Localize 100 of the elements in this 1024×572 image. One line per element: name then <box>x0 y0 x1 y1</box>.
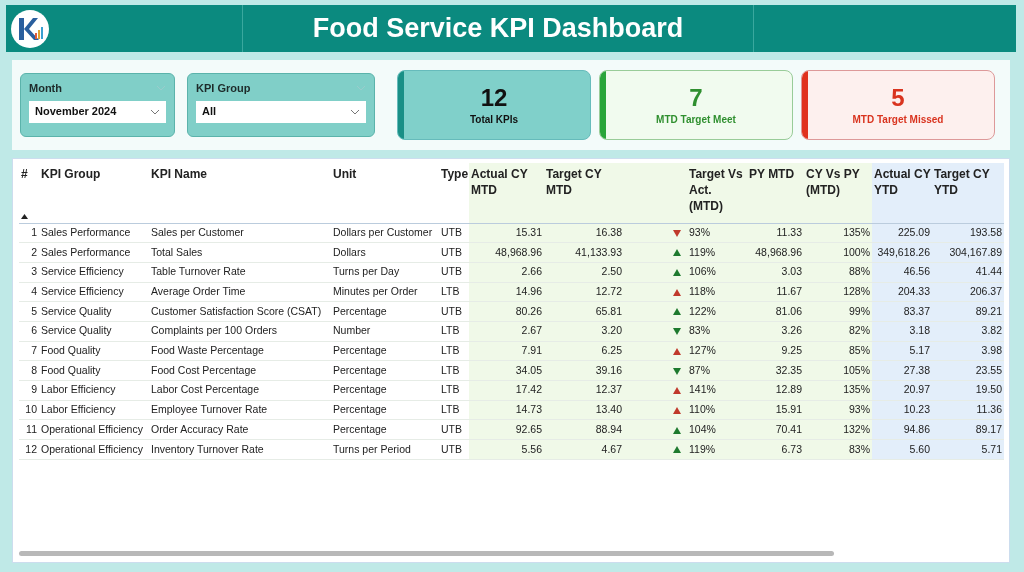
table-cell: 93% <box>687 223 747 243</box>
table-cell: Sales Performance <box>39 242 149 263</box>
table-cell: Dollars <box>331 242 439 263</box>
column-header[interactable]: Unit <box>333 166 439 182</box>
table-cell: 2 <box>19 242 39 263</box>
kpi-value: 5 <box>891 83 905 112</box>
table-cell: 15.31 <box>469 223 544 243</box>
table-cell: 5.60 <box>872 439 932 460</box>
table-cell: 132% <box>804 419 872 440</box>
kpi-value: 7 <box>689 83 703 112</box>
table-cell: 65.81 <box>544 301 624 322</box>
horizontal-scrollbar[interactable] <box>19 551 834 556</box>
table-cell: Total Sales <box>149 242 331 263</box>
table-cell: 3.26 <box>747 321 804 342</box>
table-cell: 3.98 <box>932 341 1004 361</box>
table-cell: 193.58 <box>932 223 1004 243</box>
table-cell: Minutes per Order <box>331 282 439 302</box>
kpi-label: Total KPIs <box>469 112 519 127</box>
table-cell: 14.96 <box>469 282 544 302</box>
table-cell: 122% <box>687 301 747 322</box>
table-cell: 110% <box>687 400 747 420</box>
column-header[interactable]: KPI Group <box>41 166 149 182</box>
table-cell: Service Efficiency <box>39 282 149 302</box>
table-cell: 34.05 <box>469 360 544 381</box>
table-cell: 93% <box>804 400 872 420</box>
table-cell: 2.50 <box>544 262 624 283</box>
table-cell: 83% <box>804 439 872 460</box>
table-cell: 225.09 <box>872 223 932 243</box>
table-cell: 41,133.93 <box>544 242 624 263</box>
table-cell: 119% <box>687 439 747 460</box>
table-cell: 81.06 <box>747 301 804 322</box>
table-cell: 3.18 <box>872 321 932 342</box>
table-cell: 12 <box>19 439 39 460</box>
table-cell: 206.37 <box>932 282 1004 302</box>
table-cell: 88.94 <box>544 419 624 440</box>
table-cell: 6 <box>19 321 39 342</box>
table-cell: Service Efficiency <box>39 262 149 283</box>
table-cell: 5.17 <box>872 341 932 361</box>
table-cell: 135% <box>804 380 872 401</box>
table-cell: Table Turnover Rate <box>149 262 331 283</box>
table-cell: Sales Performance <box>39 223 149 243</box>
chevron-icon <box>350 108 360 115</box>
table-cell: Percentage <box>331 341 439 361</box>
dropdown-field[interactable]: All <box>196 100 366 123</box>
table-cell: 4 <box>19 282 39 302</box>
table-cell: Turns per Day <box>331 262 439 283</box>
table-cell: Labor Cost Percentage <box>149 380 331 401</box>
column-header[interactable]: KPI Name <box>151 166 331 182</box>
table-cell: Food Waste Percentage <box>149 341 331 361</box>
table-cell: 14.73 <box>469 400 544 420</box>
table-cell: Labor Efficiency <box>39 400 149 420</box>
table-cell: Sales per Customer <box>149 223 331 243</box>
column-header[interactable]: Type <box>441 166 469 182</box>
column-header[interactable]: # <box>21 166 39 182</box>
slicer-label: Month <box>29 81 62 96</box>
chevron-icon <box>156 85 166 92</box>
table-cell: 80.26 <box>469 301 544 322</box>
table-cell: Dollars per Customer <box>331 223 439 243</box>
table-cell: 12.72 <box>544 282 624 302</box>
table-cell: Operational Efficiency <box>39 439 149 460</box>
table-cell: 11.36 <box>932 400 1004 420</box>
table-cell: 135% <box>804 223 872 243</box>
kpi-value: 12 <box>480 83 508 112</box>
table-cell: 15.91 <box>747 400 804 420</box>
table-cell: 4.67 <box>544 439 624 460</box>
table-cell: 12.37 <box>544 380 624 401</box>
table-cell: 11.67 <box>747 282 804 302</box>
table-cell: Labor Efficiency <box>39 380 149 401</box>
table-cell: 94.86 <box>872 419 932 440</box>
table-cell: 106% <box>687 262 747 283</box>
table-cell: 11 <box>19 419 39 440</box>
sort-icon[interactable] <box>21 213 28 219</box>
chevron-icon <box>356 85 366 92</box>
table-cell: Employee Turnover Rate <box>149 400 331 420</box>
table-cell: Complaints per 100 Orders <box>149 321 331 342</box>
table-cell: 304,167.89 <box>932 242 1004 263</box>
table-cell: 89.21 <box>932 301 1004 322</box>
table-cell: 11.33 <box>747 223 804 243</box>
table-cell: 3 <box>19 262 39 283</box>
table-cell: Percentage <box>331 301 439 322</box>
table-cell: 27.38 <box>872 360 932 381</box>
table-cell: 87% <box>687 360 747 381</box>
table-cell: 5.71 <box>932 439 1004 460</box>
kpi-label: MTD Target Missed <box>852 112 944 127</box>
slicer-label: KPI Group <box>196 81 251 96</box>
table-cell: 100% <box>804 242 872 263</box>
table-cell: 48,968.96 <box>469 242 544 263</box>
table-cell: 141% <box>687 380 747 401</box>
table-cell: 349,618.26 <box>872 242 932 263</box>
table-cell: 6.25 <box>544 341 624 361</box>
table-cell: 127% <box>687 341 747 361</box>
table-cell: Service Quality <box>39 301 149 322</box>
table-cell: 3.20 <box>544 321 624 342</box>
chevron-icon <box>150 108 160 115</box>
table-cell: 83% <box>687 321 747 342</box>
table-cell: 89.17 <box>932 419 1004 440</box>
dropdown-field[interactable]: November 2024 <box>29 100 166 123</box>
table-cell: Customer Satisfaction Score (CSAT) <box>149 301 331 322</box>
table-cell: 99% <box>804 301 872 322</box>
table-cell: 83.37 <box>872 301 932 322</box>
